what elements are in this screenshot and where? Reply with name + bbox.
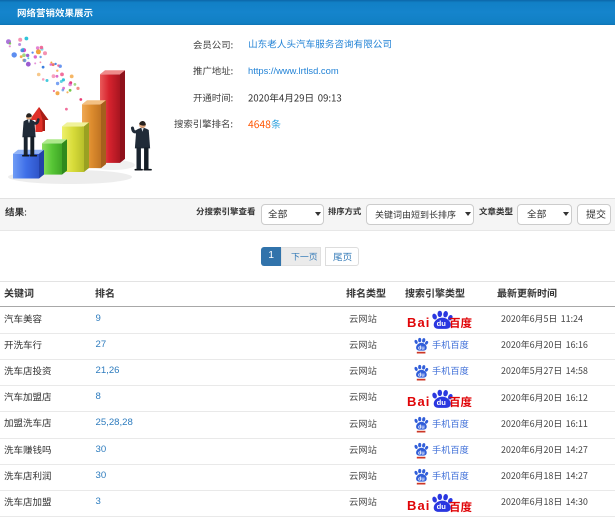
svg-text:Bai: Bai xyxy=(407,498,430,513)
svg-text:du: du xyxy=(418,372,425,378)
svg-text:du: du xyxy=(418,477,425,483)
svg-text:Bai: Bai xyxy=(407,315,430,330)
svg-text:du: du xyxy=(437,502,447,511)
svg-text:du: du xyxy=(437,398,447,407)
svg-text:du: du xyxy=(418,424,425,430)
svg-text:Bai: Bai xyxy=(407,394,430,409)
svg-text:du: du xyxy=(418,346,425,352)
svg-text:du: du xyxy=(437,319,447,328)
svg-text:du: du xyxy=(418,451,425,457)
